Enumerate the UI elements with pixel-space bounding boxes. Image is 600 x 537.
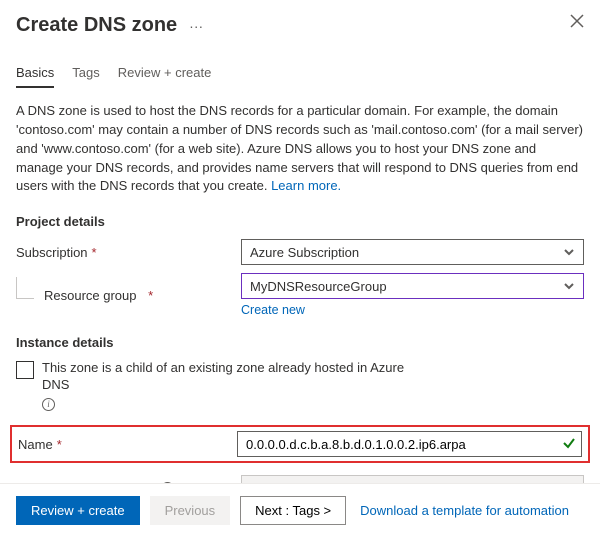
previous-button: Previous (150, 496, 231, 525)
child-zone-checkbox[interactable] (16, 361, 34, 379)
learn-more-link[interactable]: Learn more. (271, 178, 341, 193)
description-text: A DNS zone is used to host the DNS recor… (16, 102, 584, 196)
more-menu[interactable]: ··· (189, 18, 203, 34)
chevron-down-icon (563, 246, 575, 258)
tab-review-create[interactable]: Review + create (118, 65, 212, 88)
tab-tags[interactable]: Tags (72, 65, 99, 88)
instance-details-heading: Instance details (16, 335, 584, 350)
info-icon[interactable]: i (42, 398, 55, 411)
project-details-heading: Project details (16, 214, 584, 229)
subscription-label: Subscription* (16, 245, 241, 260)
page-title: Create DNS zone (16, 14, 177, 37)
resource-group-select[interactable]: MyDNSResourceGroup (241, 273, 584, 299)
name-label: Name* (16, 437, 237, 452)
chevron-down-icon (563, 280, 575, 292)
name-input[interactable] (237, 431, 582, 457)
next-button[interactable]: Next : Tags > (240, 496, 346, 525)
resource-group-label: Resource group * (16, 288, 241, 303)
create-new-link[interactable]: Create new (241, 303, 305, 317)
tab-basics[interactable]: Basics (16, 65, 54, 88)
tab-bar: Basics Tags Review + create (16, 65, 584, 88)
download-template-link[interactable]: Download a template for automation (360, 503, 569, 518)
review-create-button[interactable]: Review + create (16, 496, 140, 525)
footer-bar: Review + create Previous Next : Tags > D… (0, 483, 600, 537)
close-icon (570, 16, 584, 31)
close-button[interactable] (570, 14, 584, 31)
subscription-select[interactable]: Azure Subscription (241, 239, 584, 265)
check-icon (562, 436, 576, 453)
name-row-highlight: Name* (10, 425, 590, 463)
child-zone-label: This zone is a child of an existing zone… (42, 360, 422, 411)
